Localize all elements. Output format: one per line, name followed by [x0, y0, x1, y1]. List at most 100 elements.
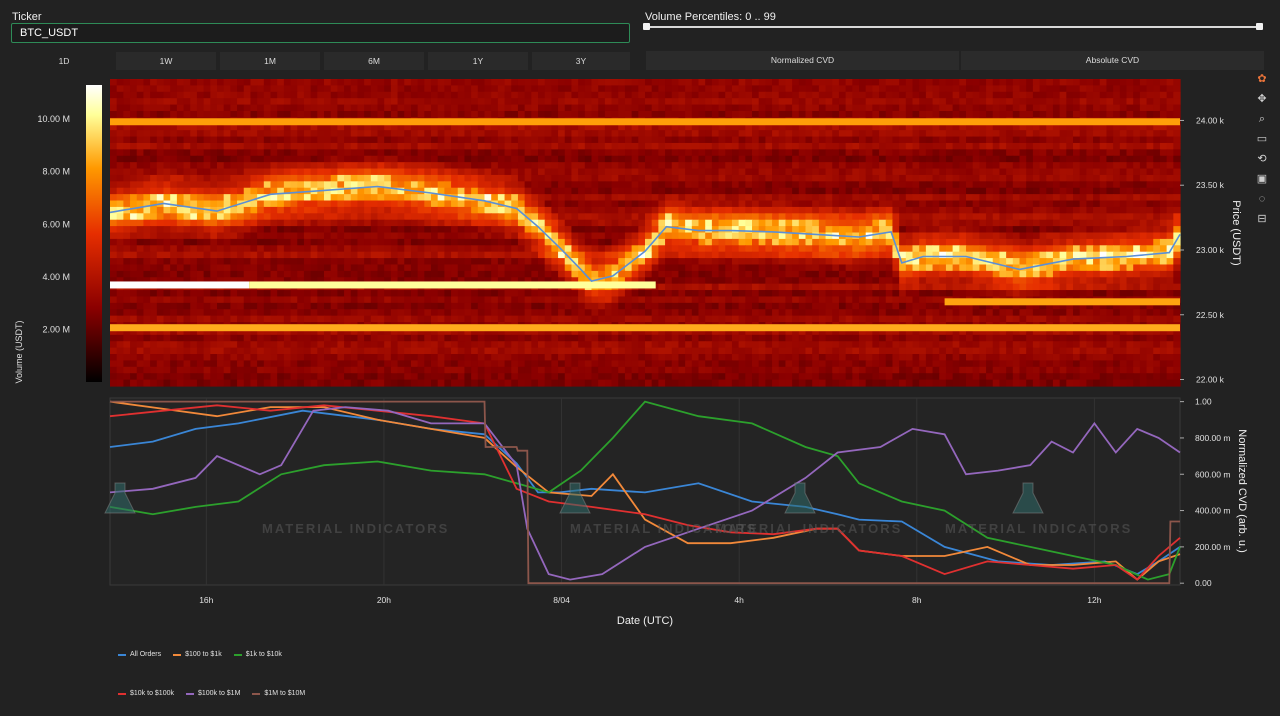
heatmap-cell: [618, 200, 626, 208]
heatmap[interactable]: [110, 79, 1181, 387]
heatmap-cell: [397, 149, 405, 157]
heatmap-cell: [324, 91, 332, 99]
heatmap-cell: [972, 98, 980, 106]
heatmap-cell: [805, 130, 813, 138]
heatmap-cell: [377, 232, 385, 240]
heatmap-cell: [1079, 142, 1087, 150]
heatmap-cell: [899, 206, 907, 214]
heatmap-cell: [524, 104, 532, 112]
heatmap-cell: [584, 149, 593, 157]
heatmap-cell: [196, 187, 205, 195]
heatmap-cell: [691, 232, 700, 240]
heatmap-cell: [852, 238, 860, 246]
heatmap-cell: [638, 85, 646, 93]
heatmap-cell: [651, 258, 659, 266]
heatmap-cell: [290, 245, 298, 253]
heatmap-cell: [437, 110, 445, 118]
heatmap-cell: [243, 258, 252, 266]
heatmap-cell: [464, 251, 472, 259]
heatmap-cell: [832, 213, 840, 221]
heatmap-cell: [932, 258, 940, 266]
heatmap-cell: [357, 104, 365, 112]
heatmap-cell: [698, 98, 706, 106]
heatmap-cell: [765, 155, 773, 163]
heatmap-cell: [130, 213, 138, 221]
heatmap-cell: [999, 270, 1007, 278]
heatmap-cell: [999, 91, 1007, 99]
heatmap-cell: [451, 155, 459, 163]
heatmap-cell: [1026, 206, 1034, 214]
heatmap-cell: [885, 200, 894, 208]
heatmap-cell: [277, 168, 285, 176]
heatmap-cell: [671, 110, 680, 118]
heatmap-cell: [1032, 251, 1041, 259]
heatmap-cell: [812, 110, 820, 118]
heatmap-cell: [517, 149, 526, 157]
heatmap-cell: [925, 174, 934, 182]
heatmap-cell: [1073, 174, 1081, 182]
heatmap-cell: [431, 238, 439, 246]
heatmap-cell: [390, 251, 399, 259]
heatmap-cell: [571, 219, 579, 227]
heatmap-cell: [752, 219, 760, 227]
heatmap-cell: [952, 136, 960, 144]
heatmap-cell: [277, 258, 285, 266]
heatmap-cell: [711, 168, 720, 176]
heatmap-cell: [250, 200, 258, 208]
heatmap-cell: [1026, 226, 1034, 234]
heatmap-cell: [230, 149, 238, 157]
heatmap-cell: [705, 142, 713, 150]
heatmap-cell: [116, 238, 124, 246]
heatmap-cell: [945, 79, 954, 86]
heatmap-cell: [631, 142, 639, 150]
heatmap-cell: [778, 206, 787, 214]
heatmap-cell: [1006, 79, 1014, 86]
heatmap-cell: [404, 258, 412, 266]
heatmap-cell: [604, 232, 613, 240]
heatmap-cell: [150, 168, 158, 176]
heatmap-cell: [638, 200, 646, 208]
heatmap-cell: [203, 155, 211, 163]
heatmap-cell: [584, 79, 593, 86]
heatmap-cell: [624, 104, 633, 112]
heatmap-cell: [818, 232, 827, 240]
heatmap-cell: [792, 142, 800, 150]
heatmap-cell: [979, 245, 987, 253]
heatmap-cell: [190, 232, 198, 240]
heatmap-cell: [852, 264, 860, 272]
heatmap-cell: [899, 136, 907, 144]
heatmap-cell: [377, 213, 385, 221]
heatmap-cell: [491, 104, 499, 112]
heatmap-cell: [257, 187, 265, 195]
heatmap-cell: [698, 270, 706, 278]
heatmap-cell: [805, 174, 813, 182]
heatmap-cell: [932, 206, 940, 214]
heatmap-cell: [999, 181, 1007, 189]
heatmap-cell: [604, 238, 613, 246]
heatmap-cell: [1133, 194, 1141, 202]
heatmap-cell: [1173, 174, 1181, 182]
heatmap-cell: [818, 98, 827, 106]
heatmap-cell: [785, 187, 793, 195]
heatmap-cell: [377, 98, 385, 106]
heatmap-cell: [758, 181, 766, 189]
heatmap-cell: [290, 264, 298, 272]
heatmap-cell: [110, 251, 118, 259]
heatmap-cell: [986, 206, 994, 214]
heatmap-cell: [176, 206, 185, 214]
heatmap-cell: [1113, 187, 1121, 195]
heatmap-cell: [1046, 79, 1054, 86]
heatmap-cell: [752, 155, 760, 163]
heatmap-cell: [116, 213, 124, 221]
heatmap-cell: [872, 162, 880, 170]
heatmap-cell: [1066, 142, 1074, 150]
heatmap-cell: [1173, 98, 1181, 106]
heatmap-cell: [364, 79, 372, 86]
heatmap-cell: [504, 270, 512, 278]
heatmap-cell: [758, 155, 766, 163]
heatmap-cell: [1032, 98, 1041, 106]
heatmap-cell: [170, 187, 178, 195]
heatmap-cell: [1046, 245, 1054, 253]
heatmap-cell: [725, 213, 733, 221]
heatmap-cell: [223, 270, 231, 278]
